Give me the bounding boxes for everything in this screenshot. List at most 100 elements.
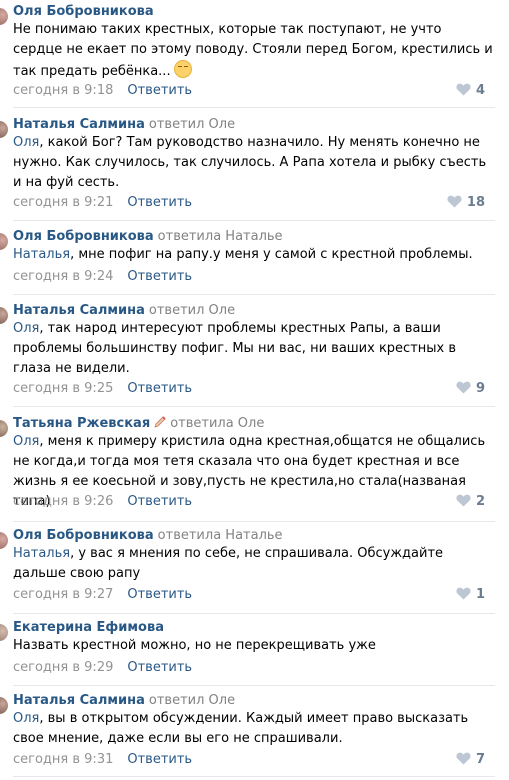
comment-footer: сегодня в 9:29 Ответить — [13, 660, 192, 676]
heart-icon — [447, 195, 462, 208]
mention-link[interactable]: Оля — [13, 711, 39, 726]
comment-text: Наталья, мне пофиг на рапу.у меня у само… — [13, 245, 493, 265]
comment-body: , так народ интересуют проблемы крестных… — [13, 321, 457, 376]
comment-date[interactable]: сегодня в 9:26 — [13, 494, 113, 509]
comment-item: Татьяна Ржевская ответила Оле Оля, меня к… — [0, 412, 509, 522]
comment-text: Наталья, у вас я мнения по себе, не спра… — [13, 544, 493, 584]
like-button[interactable]: 2 — [456, 494, 485, 510]
like-count: 1 — [475, 587, 485, 602]
comment-item: Наталья Салмина ответил Оле Оля, так наро… — [0, 299, 509, 409]
heart-icon — [456, 752, 471, 765]
reply-to-label[interactable]: ответил Оле — [149, 303, 235, 318]
comment-item: Оля Бобровникова ответила Наталье Наталья… — [0, 225, 509, 295]
author-name[interactable]: Оля Бобровникова — [13, 4, 154, 19]
pensive-face-emoji-icon — [173, 60, 192, 78]
author-name[interactable]: Татьяна Ржевская — [13, 416, 150, 431]
comment-header: Татьяна Ржевская ответила Оле — [13, 416, 264, 432]
comment-text: Оля, какой Бог? Там руководство назначил… — [13, 133, 493, 193]
mention-link[interactable]: Оля — [13, 434, 39, 449]
comment-header: Оля Бобровникова ответила Наталье — [13, 229, 283, 245]
author-name[interactable]: Оля Бобровникова — [13, 229, 154, 244]
comment-body: , у вас я мнения по себе, не спрашивала.… — [13, 546, 444, 581]
reply-button[interactable]: Ответить — [127, 195, 192, 210]
divider — [13, 685, 495, 686]
divider — [13, 107, 495, 108]
like-count: 4 — [475, 83, 485, 98]
like-count: 9 — [475, 381, 485, 396]
comment-footer: сегодня в 9:18 Ответить — [13, 83, 192, 99]
comment-header: Наталья Салмина ответил Оле — [13, 303, 235, 319]
comment-item: Оля Бобровникова ответила Наталье Наталья… — [0, 524, 509, 614]
comment-footer: сегодня в 9:27 Ответить — [13, 587, 192, 603]
avatar[interactable] — [0, 624, 8, 641]
like-button[interactable]: 1 — [456, 587, 485, 603]
like-button[interactable]: 7 — [456, 752, 485, 768]
comment-text: Не понимаю таких крестных, которые так п… — [13, 20, 493, 82]
divider — [13, 294, 495, 295]
comment-body: , вы в открытом обсуждении. Каждый имеет… — [13, 711, 469, 746]
comment-header: Наталья Салмина ответил Оле — [13, 117, 235, 133]
author-name[interactable]: Екатерина Ефимова — [13, 620, 164, 635]
avatar[interactable] — [0, 121, 8, 138]
author-name[interactable]: Оля Бобровникова — [13, 528, 154, 543]
author-name[interactable]: Наталья Салмина — [13, 303, 145, 318]
reply-button[interactable]: Ответить — [127, 494, 192, 509]
heart-icon — [456, 494, 471, 507]
heart-icon — [456, 381, 471, 394]
heart-icon — [456, 83, 471, 96]
avatar[interactable] — [0, 8, 8, 25]
reply-to-label[interactable]: ответила Оле — [170, 416, 264, 431]
divider — [13, 776, 495, 777]
reply-to-label[interactable]: ответил Оле — [149, 693, 235, 708]
comment-body: Назвать крестной можно, но не перекрещив… — [13, 638, 376, 653]
comment-footer: сегодня в 9:25 Ответить — [13, 381, 192, 397]
comment-footer: сегодня в 9:26 Ответить — [13, 494, 192, 510]
avatar[interactable] — [0, 697, 8, 714]
mention-link[interactable]: Оля — [13, 135, 39, 150]
comment-header: Оля Бобровникова ответила Наталье — [13, 528, 283, 544]
comment-date[interactable]: сегодня в 9:21 — [13, 195, 113, 210]
reply-button[interactable]: Ответить — [127, 381, 192, 396]
comment-footer: сегодня в 9:21 Ответить — [13, 195, 192, 211]
comment-date[interactable]: сегодня в 9:31 — [13, 752, 113, 767]
reply-button[interactable]: Ответить — [127, 83, 192, 98]
reply-button[interactable]: Ответить — [127, 587, 192, 602]
avatar[interactable] — [0, 307, 8, 324]
like-button[interactable]: 18 — [447, 195, 485, 211]
avatar[interactable] — [0, 420, 8, 437]
comment-footer: сегодня в 9:24 Ответить — [13, 269, 192, 285]
comment-date[interactable]: сегодня в 9:27 — [13, 587, 113, 602]
pen-icon — [154, 416, 166, 428]
like-button[interactable]: 9 — [456, 381, 485, 397]
comment-item: Наталья Салмина ответил Оле Оля, какой Бо… — [0, 113, 509, 223]
comment-text: Оля, так народ интересуют проблемы крест… — [13, 319, 493, 379]
mention-link[interactable]: Оля — [13, 321, 39, 336]
comment-text: Оля, вы в открытом обсуждении. Каждый им… — [13, 709, 493, 749]
avatar[interactable] — [0, 532, 8, 549]
reply-to-label[interactable]: ответила Наталье — [158, 528, 283, 543]
comment-date[interactable]: сегодня в 9:25 — [13, 381, 113, 396]
author-name[interactable]: Наталья Салмина — [13, 117, 145, 132]
comment-header: Екатерина Ефимова — [13, 620, 164, 636]
mention-link[interactable]: Наталья — [13, 247, 70, 262]
comment-item: Наталья Салмина ответил Оле Оля, вы в отк… — [0, 689, 509, 780]
like-count: 2 — [475, 494, 485, 509]
divider — [13, 521, 495, 522]
comment-date[interactable]: сегодня в 9:29 — [13, 660, 113, 675]
divider — [13, 613, 495, 614]
comment-date[interactable]: сегодня в 9:24 — [13, 269, 113, 284]
divider — [13, 406, 495, 407]
like-button[interactable]: 4 — [456, 83, 485, 99]
comment-body: Не понимаю таких крестных, которые так п… — [13, 22, 493, 79]
reply-to-label[interactable]: ответила Наталье — [158, 229, 283, 244]
mention-link[interactable]: Наталья — [13, 546, 70, 561]
comment-item: Оля Бобровникова Не понимаю таких крестн… — [0, 0, 509, 108]
reply-button[interactable]: Ответить — [127, 269, 192, 284]
author-name[interactable]: Наталья Салмина — [13, 693, 145, 708]
comment-item: Екатерина Ефимова Назвать крестной можно… — [0, 616, 509, 686]
reply-button[interactable]: Ответить — [127, 752, 192, 767]
reply-button[interactable]: Ответить — [127, 660, 192, 675]
reply-to-label[interactable]: ответил Оле — [149, 117, 235, 132]
avatar[interactable] — [0, 233, 8, 250]
comment-date[interactable]: сегодня в 9:18 — [13, 83, 113, 98]
